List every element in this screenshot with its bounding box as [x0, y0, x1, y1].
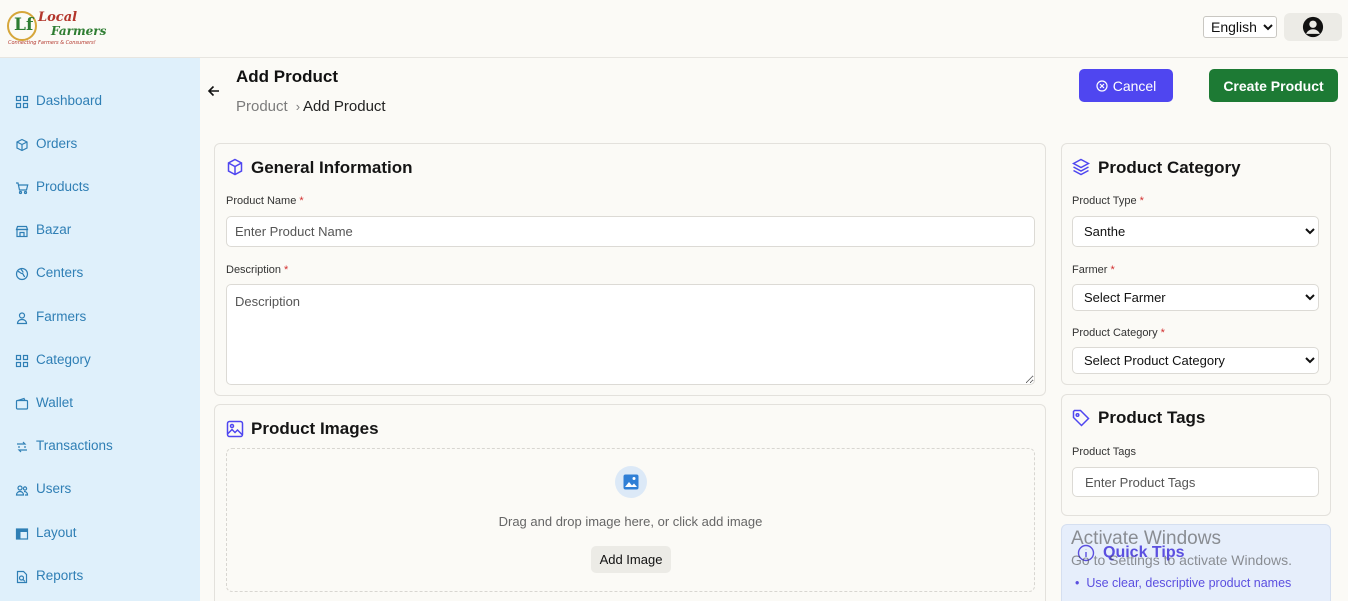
product-category-title: Product Category	[1098, 158, 1241, 177]
report-icon	[16, 570, 28, 584]
logo-line-1: Local	[38, 10, 78, 25]
cancel-button-label: Cancel	[1112, 77, 1157, 94]
tag-icon	[1072, 409, 1090, 427]
wallet-icon	[15, 397, 29, 410]
sidebar-item-label: Category	[36, 352, 91, 367]
sidebar-item-label: Users	[36, 481, 72, 496]
sidebar-item-label: Orders	[36, 136, 78, 151]
product-tags-title: Product Tags	[1098, 408, 1206, 427]
users-icon	[15, 485, 29, 496]
description-label: Description *	[226, 264, 289, 276]
user-icon	[16, 312, 28, 325]
sidebar-item-layout[interactable]: Layout	[0, 519, 200, 549]
sidebar-item-products[interactable]: Products	[0, 173, 200, 203]
product-category-select[interactable]: Select Product Category	[1072, 347, 1319, 374]
back-button[interactable]	[206, 83, 222, 99]
sidebar-item-label: Reports	[36, 568, 84, 583]
sidebar-item-users[interactable]: Users	[0, 475, 200, 505]
quick-tips-title: Quick Tips	[1103, 544, 1185, 561]
quick-tip-item: • Use clear, descriptive product names	[1075, 576, 1292, 590]
product-name-input[interactable]	[226, 216, 1035, 247]
breadcrumb: Product › Add Product	[236, 98, 386, 115]
sidebar-item-bazar[interactable]: Bazar	[0, 216, 200, 246]
quick-tips-card: Quick Tips • Use clear, descriptive prod…	[1061, 524, 1331, 601]
product-tags-input[interactable]	[1072, 467, 1319, 497]
grid-icon	[15, 354, 29, 368]
sidebar-item-transactions[interactable]: Transactions	[0, 432, 200, 462]
product-category-label: Product Category *	[1072, 327, 1165, 339]
store-icon	[15, 225, 29, 238]
farmer-select[interactable]: Select Farmer	[1072, 284, 1319, 311]
grid-icon	[15, 95, 29, 109]
app-logo[interactable]: Lf Local Farmers Connecting Farmers & Co…	[7, 10, 106, 50]
sidebar-item-centers[interactable]: Centers	[0, 259, 200, 289]
cart-icon	[16, 182, 29, 195]
layers-icon	[1072, 158, 1090, 176]
sidebar-item-label: Layout	[36, 525, 77, 540]
product-tags-label: Product Tags	[1072, 446, 1137, 458]
logo-line-2: Farmers	[51, 24, 107, 38]
breadcrumb-current: Add Product	[303, 98, 386, 115]
sidebar-item-label: Dashboard	[36, 93, 103, 108]
breadcrumb-separator: ›	[295, 99, 301, 114]
product-images-title: Product Images	[251, 419, 379, 438]
farmer-label: Farmer *	[1072, 264, 1115, 276]
box-icon	[16, 138, 28, 152]
breadcrumb-root[interactable]: Product	[236, 98, 288, 115]
sidebar-item-wallet[interactable]: Wallet	[0, 389, 200, 419]
sidebar-item-reports[interactable]: Reports	[0, 562, 200, 592]
close-circle-icon	[1096, 79, 1108, 92]
sidebar-item-label: Transactions	[36, 438, 113, 453]
create-product-button[interactable]: Create Product	[1209, 69, 1338, 102]
general-information-title: General Information	[251, 158, 413, 177]
sidebar-item-label: Wallet	[36, 395, 74, 410]
sidebar-item-category[interactable]: Category	[0, 346, 200, 376]
cancel-button[interactable]: Cancel	[1079, 69, 1173, 102]
page-title: Add Product	[236, 67, 338, 86]
image-icon	[226, 420, 244, 438]
upload-image-icon	[615, 466, 647, 498]
dropzone-text: Drag and drop image here, or click add i…	[498, 514, 763, 529]
top-bar: Lf Local Farmers Connecting Farmers & Co…	[0, 0, 1348, 58]
product-type-label: Product Type *	[1072, 195, 1144, 207]
product-type-select[interactable]: Santhe	[1072, 216, 1319, 247]
sidebar-item-dashboard[interactable]: Dashboard	[0, 87, 200, 117]
transfer-icon	[17, 441, 27, 453]
sidebar-item-farmers[interactable]: Farmers	[0, 303, 200, 333]
sidebar-item-label: Products	[36, 179, 90, 194]
arrow-left-icon	[207, 85, 219, 97]
sidebar-item-label: Centers	[36, 265, 84, 280]
image-dropzone[interactable]: Drag and drop image here, or click add i…	[226, 448, 1035, 592]
sidebar: Dashboard Orders Products Bazar Centers …	[0, 58, 200, 601]
add-image-button[interactable]: Add Image	[591, 546, 671, 573]
description-textarea[interactable]	[226, 284, 1035, 385]
logo-mark-icon: Lf	[7, 11, 37, 41]
layout-icon	[15, 528, 29, 540]
sidebar-item-label: Farmers	[36, 309, 87, 324]
user-menu-button[interactable]	[1284, 13, 1342, 41]
sidebar-item-orders[interactable]: Orders	[0, 130, 200, 160]
cube-icon	[227, 158, 243, 176]
language-select[interactable]: English	[1203, 16, 1277, 38]
info-icon	[1077, 544, 1095, 562]
globe-icon	[15, 267, 29, 281]
user-avatar-icon	[1302, 16, 1324, 38]
logo-tagline: Connecting Farmers & Consumers!	[8, 40, 96, 46]
product-name-label: Product Name *	[226, 195, 304, 207]
sidebar-item-label: Bazar	[36, 222, 72, 237]
